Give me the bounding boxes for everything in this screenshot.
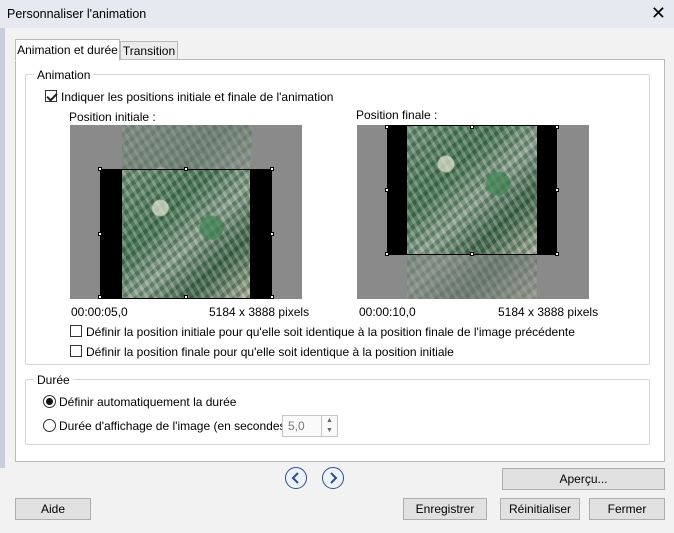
- close-icon[interactable]: ✕: [651, 3, 666, 23]
- crop-selection[interactable]: [387, 125, 557, 255]
- show-positions-label: Indiquer les positions initiale et final…: [61, 90, 334, 104]
- duration-group-legend: Durée: [34, 373, 73, 387]
- manual-duration-label: Durée d'affichage de l'image (en seconde…: [59, 419, 290, 433]
- reset-button[interactable]: Réinitialiser: [500, 498, 580, 520]
- resize-handle[interactable]: [555, 252, 559, 256]
- final-position-label: Position finale :: [356, 108, 438, 122]
- spin-down-icon[interactable]: ▼: [322, 426, 337, 436]
- initial-same-as-previous-checkbox[interactable]: [70, 325, 82, 337]
- final-same-as-initial-checkbox[interactable]: [70, 345, 82, 357]
- next-image-button[interactable]: [322, 467, 344, 489]
- spin-up-icon[interactable]: ▲: [322, 416, 337, 426]
- title-bar: Personnaliser l'animation ✕: [0, 0, 674, 28]
- manual-duration-radio[interactable]: [43, 419, 56, 432]
- resize-handle[interactable]: [270, 295, 274, 299]
- initial-time: 00:00:05,0: [71, 305, 128, 319]
- arrow-right-icon: [330, 472, 338, 484]
- save-button[interactable]: Enregistrer: [403, 498, 487, 520]
- duration-stepper[interactable]: 5,0 ▲ ▼: [282, 415, 338, 437]
- show-positions-checkbox[interactable]: [45, 90, 57, 102]
- close-button[interactable]: Fermer: [589, 498, 665, 520]
- resize-handle[interactable]: [270, 167, 274, 171]
- resize-handle[interactable]: [470, 125, 474, 129]
- initial-position-preview[interactable]: [70, 125, 302, 299]
- arrow-left-icon: [291, 472, 299, 484]
- resize-handle[interactable]: [98, 232, 102, 236]
- initial-same-as-previous-label: Définir la position initiale pour qu'ell…: [86, 325, 575, 339]
- tab-panel: Animation Indiquer les positions initial…: [15, 59, 665, 462]
- crop-selection[interactable]: [100, 169, 272, 299]
- resize-handle[interactable]: [385, 188, 389, 192]
- resize-handle[interactable]: [555, 125, 559, 129]
- resize-handle[interactable]: [385, 125, 389, 129]
- dialog-window: Personnaliser l'animation ✕ Animation et…: [0, 0, 674, 533]
- auto-duration-radio[interactable]: [43, 395, 56, 408]
- initial-dimensions: 5184 x 3888 pixels: [209, 305, 310, 319]
- window-title: Personnaliser l'animation: [7, 7, 147, 21]
- animation-group-legend: Animation: [34, 68, 94, 82]
- resize-handle[interactable]: [98, 167, 102, 171]
- left-strip: [0, 28, 5, 468]
- final-dimensions: 5184 x 3888 pixels: [498, 305, 599, 319]
- final-same-as-initial-label: Définir la position finale pour qu'elle …: [86, 345, 454, 359]
- resize-handle[interactable]: [385, 252, 389, 256]
- resize-handle[interactable]: [184, 167, 188, 171]
- tab-transition[interactable]: Transition: [120, 41, 178, 61]
- help-button[interactable]: Aide: [15, 498, 91, 520]
- final-time: 00:00:10,0: [359, 305, 416, 319]
- preview-button[interactable]: Aperçu...: [502, 468, 665, 490]
- initial-position-label: Position initiale :: [69, 110, 156, 124]
- resize-handle[interactable]: [470, 252, 474, 256]
- resize-handle[interactable]: [555, 188, 559, 192]
- final-position-preview[interactable]: [357, 125, 589, 299]
- previous-image-button[interactable]: [285, 467, 307, 489]
- duration-value: 5,0: [288, 419, 305, 433]
- resize-handle[interactable]: [270, 232, 274, 236]
- tab-animation-duration[interactable]: Animation et durée: [15, 39, 120, 61]
- stepper-arrows: ▲ ▼: [321, 416, 337, 436]
- resize-handle[interactable]: [184, 295, 188, 299]
- resize-handle[interactable]: [98, 295, 102, 299]
- auto-duration-label: Définir automatiquement la durée: [59, 395, 237, 409]
